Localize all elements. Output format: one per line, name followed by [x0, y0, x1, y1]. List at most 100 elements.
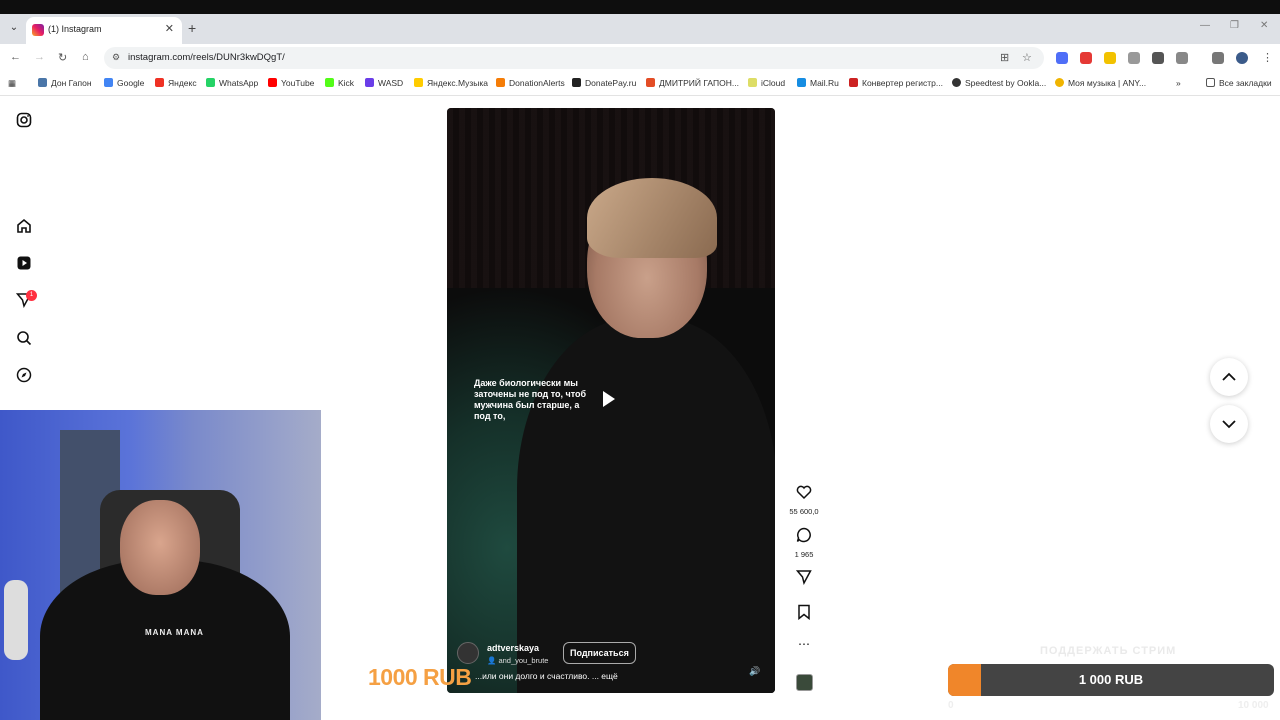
volume-icon[interactable]: 🔊: [749, 666, 760, 677]
reels-icon[interactable]: [16, 255, 32, 271]
shield-extension-icon[interactable]: [1104, 52, 1116, 64]
tool-extension-icon[interactable]: [1128, 52, 1140, 64]
folder-icon: [1206, 78, 1215, 87]
bookmark-label: WhatsApp: [219, 78, 259, 88]
bookmark-item[interactable]: Дон Гапон: [38, 78, 92, 88]
author-username[interactable]: adtverskaya: [487, 643, 539, 653]
apps-grid-icon[interactable]: ▦: [8, 78, 16, 89]
wasd-icon: [365, 78, 374, 87]
site-info-icon[interactable]: ⚙: [112, 52, 120, 63]
whatsapp-icon: [206, 78, 215, 87]
back-icon[interactable]: ←: [10, 51, 21, 63]
instagram-logo-icon[interactable]: [16, 112, 32, 128]
explore-compass-icon[interactable]: [16, 367, 32, 383]
like-action[interactable]: 55 600,0: [787, 484, 821, 516]
play-icon[interactable]: [603, 391, 615, 407]
bookmark-item[interactable]: Google: [104, 78, 144, 88]
bookmark-item[interactable]: Speedtest by Ookla...: [952, 78, 1046, 88]
follow-button[interactable]: Подписаться: [563, 642, 636, 664]
bookmark-item[interactable]: iCloud: [748, 78, 785, 88]
comment-action[interactable]: 1 965: [787, 527, 821, 559]
more-bookmarks-icon[interactable]: »: [1176, 78, 1181, 88]
notification-badge: 1: [26, 290, 37, 301]
share-action[interactable]: [787, 569, 821, 590]
tab-search-icon[interactable]: ⌄: [6, 22, 22, 38]
minimize-icon[interactable]: —: [1200, 20, 1210, 31]
page-icon: [646, 78, 655, 87]
google-icon: [104, 78, 113, 87]
search-icon[interactable]: [16, 330, 32, 346]
bookmark-label: DonatePay.ru: [585, 78, 637, 88]
video-person-hair: [587, 178, 717, 258]
bookmark-item[interactable]: DonatePay.ru: [572, 78, 636, 88]
url-text: instagram.com/reels/DUNr3kwDQgT/: [128, 52, 285, 63]
video-person-body: [517, 318, 775, 693]
bookmark-item[interactable]: WhatsApp: [206, 78, 258, 88]
bookmark-item[interactable]: Яндекс: [155, 78, 197, 88]
heart-icon: [796, 485, 812, 500]
desktop-border: [0, 0, 1280, 14]
next-reel-button[interactable]: [1210, 405, 1248, 443]
youtube-icon: [268, 78, 277, 87]
bookmark-item[interactable]: Kick: [325, 78, 354, 88]
home-icon[interactable]: ⌂: [82, 51, 89, 63]
profile-avatar[interactable]: [1236, 52, 1248, 64]
donationalerts-icon: [496, 78, 505, 87]
all-bookmarks-label: Все закладки: [1219, 78, 1272, 88]
translate-extension-icon[interactable]: [1056, 52, 1068, 64]
author-avatar[interactable]: [457, 642, 479, 664]
bookmark-star-icon[interactable]: ☆: [1022, 51, 1032, 64]
install-app-icon[interactable]: ⊞: [1000, 51, 1009, 64]
reload-icon[interactable]: ↻: [58, 51, 67, 64]
donation-goal-bar: 1 000 RUB: [948, 664, 1274, 696]
bookmarks-bar: ▦ Дон Гапон Google Яндекс WhatsApp YouTu…: [0, 72, 1280, 96]
adblock-extension-icon[interactable]: [1080, 52, 1092, 64]
bookmark-item[interactable]: Яндекс.Музыка: [414, 78, 488, 88]
bookmark-item[interactable]: Mail.Ru: [797, 78, 839, 88]
tab-title: (1) Instagram: [48, 24, 102, 34]
converter-icon: [849, 78, 858, 87]
bookmark-item[interactable]: Моя музыка | ANY...: [1055, 78, 1146, 88]
previous-reel-button[interactable]: [1210, 358, 1248, 396]
video-subtitle: Даже биологически мы заточены не под то,…: [474, 378, 587, 421]
co-author[interactable]: 👤 and_you_brute: [487, 656, 548, 665]
menu-dots-icon[interactable]: ⋮: [1262, 51, 1273, 64]
donation-goal-min: 0: [948, 700, 954, 711]
bookmark-icon: [798, 604, 810, 621]
address-bar[interactable]: ⚙ instagram.com/reels/DUNr3kwDQgT/ ⊞ ☆: [104, 47, 1044, 69]
tab-strip: ⌄ (1) Instagram ✕ + — ❐ ✕: [0, 14, 1280, 44]
bookmark-item[interactable]: ДМИТРИЙ ГАПОН...: [646, 78, 739, 88]
bookmark-label: Конвертер регистр...: [862, 78, 943, 88]
restore-icon[interactable]: ❐: [1230, 20, 1239, 31]
media-control-icon[interactable]: [1212, 52, 1224, 64]
home-icon[interactable]: [16, 218, 32, 234]
extensions-puzzle-icon[interactable]: [1176, 52, 1188, 64]
chevron-up-icon: [1222, 372, 1236, 381]
bookmark-label: YouTube: [281, 78, 315, 88]
bookmark-label: Speedtest by Ookla...: [965, 78, 1047, 88]
bookmark-label: ДМИТРИЙ ГАПОН...: [659, 78, 739, 88]
chevron-down-icon: [1222, 420, 1236, 429]
bookmark-item[interactable]: WASD: [365, 78, 403, 88]
save-action[interactable]: [787, 604, 821, 625]
media-extension-icon[interactable]: [1152, 52, 1164, 64]
reel-description[interactable]: ...или они долго и счастливо. ... ещё: [475, 671, 618, 681]
bookmark-label: Яндекс.Музыка: [427, 78, 489, 88]
icloud-icon: [748, 78, 757, 87]
bookmark-label: Дон Гапон: [51, 78, 92, 88]
tab-close-icon[interactable]: ✕: [165, 22, 174, 35]
reel-video-player[interactable]: Даже биологически мы заточены не под то,…: [447, 108, 775, 693]
bookmark-item[interactable]: YouTube: [268, 78, 314, 88]
mailru-icon: [797, 78, 806, 87]
new-tab-icon[interactable]: +: [188, 20, 196, 36]
forward-icon[interactable]: →: [34, 51, 45, 63]
close-window-icon[interactable]: ✕: [1260, 20, 1268, 31]
bookmark-item[interactable]: DonationAlerts: [496, 78, 565, 88]
audio-thumbnail[interactable]: [787, 674, 821, 696]
all-bookmarks[interactable]: Все закладки: [1206, 78, 1272, 88]
tab-instagram[interactable]: (1) Instagram ✕: [26, 17, 182, 44]
donation-goal-max: 10 000: [1238, 700, 1269, 711]
streamer-webcam: MANA MANA: [0, 410, 321, 720]
more-options-icon[interactable]: ⋯: [787, 637, 821, 651]
bookmark-item[interactable]: Конвертер регистр...: [849, 78, 943, 88]
